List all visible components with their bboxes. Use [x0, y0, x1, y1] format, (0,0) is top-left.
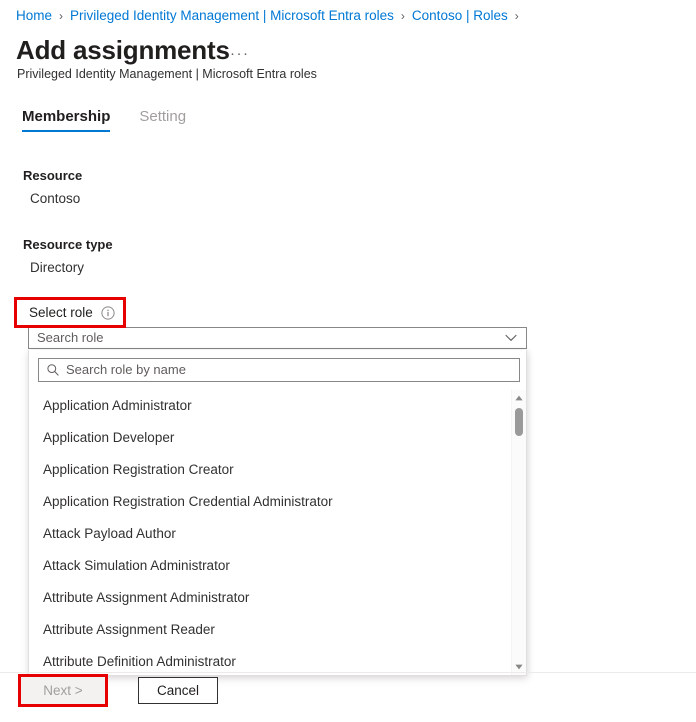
- info-circle-icon[interactable]: [101, 306, 115, 320]
- breadcrumb-separator: ›: [401, 7, 405, 25]
- list-item[interactable]: Attribute Definition Administrator: [29, 646, 526, 675]
- list-item[interactable]: Application Registration Credential Admi…: [29, 486, 526, 518]
- select-role-combobox[interactable]: Search role: [28, 327, 527, 349]
- tab-list: Membership Setting: [22, 108, 186, 132]
- select-role-combobox-value: Search role: [29, 329, 500, 347]
- list-item[interactable]: Attribute Assignment Administrator: [29, 582, 526, 614]
- search-icon: [46, 363, 60, 377]
- resource-type-value: Directory: [30, 259, 84, 276]
- breadcrumb-item-home[interactable]: Home: [16, 7, 52, 25]
- tab-setting[interactable]: Setting: [139, 108, 186, 132]
- breadcrumb-item-contoso-roles[interactable]: Contoso | Roles: [412, 7, 508, 25]
- list-item[interactable]: Attack Payload Author: [29, 518, 526, 550]
- footer-divider: [0, 672, 696, 673]
- breadcrumb: Home › Privileged Identity Management | …: [16, 7, 526, 25]
- dropdown-scrollbar-thumb[interactable]: [515, 408, 523, 436]
- select-role-dropdown-panel: Application Administrator Application De…: [28, 350, 527, 676]
- chevron-down-icon[interactable]: [500, 328, 522, 348]
- cancel-button[interactable]: Cancel: [138, 677, 218, 704]
- role-search-box[interactable]: [38, 358, 520, 382]
- list-item[interactable]: Attack Simulation Administrator: [29, 550, 526, 582]
- resource-label: Resource: [23, 167, 82, 184]
- resource-value: Contoso: [30, 190, 80, 207]
- page-subtitle: Privileged Identity Management | Microso…: [17, 66, 317, 82]
- role-search-input[interactable]: [66, 361, 519, 379]
- dropdown-scrollbar[interactable]: [511, 390, 526, 675]
- select-role-label-group: Select role: [29, 304, 115, 322]
- select-role-label: Select role: [29, 304, 93, 322]
- next-button[interactable]: Next >: [21, 677, 105, 704]
- breadcrumb-separator-trailing: ›: [515, 7, 519, 25]
- tab-membership[interactable]: Membership: [22, 108, 110, 132]
- list-item[interactable]: Application Registration Creator: [29, 454, 526, 486]
- breadcrumb-separator: ›: [59, 7, 63, 25]
- list-item[interactable]: Attribute Assignment Reader: [29, 614, 526, 646]
- role-option-list: Application Administrator Application De…: [29, 390, 526, 675]
- page-title: Add assignments: [16, 34, 230, 66]
- more-options-ellipsis-icon[interactable]: ···: [230, 44, 250, 64]
- list-item[interactable]: Application Developer: [29, 422, 526, 454]
- caret-up-icon[interactable]: [512, 391, 526, 405]
- resource-type-label: Resource type: [23, 236, 113, 253]
- breadcrumb-item-pim[interactable]: Privileged Identity Management | Microso…: [70, 7, 394, 25]
- list-item[interactable]: Application Administrator: [29, 390, 526, 422]
